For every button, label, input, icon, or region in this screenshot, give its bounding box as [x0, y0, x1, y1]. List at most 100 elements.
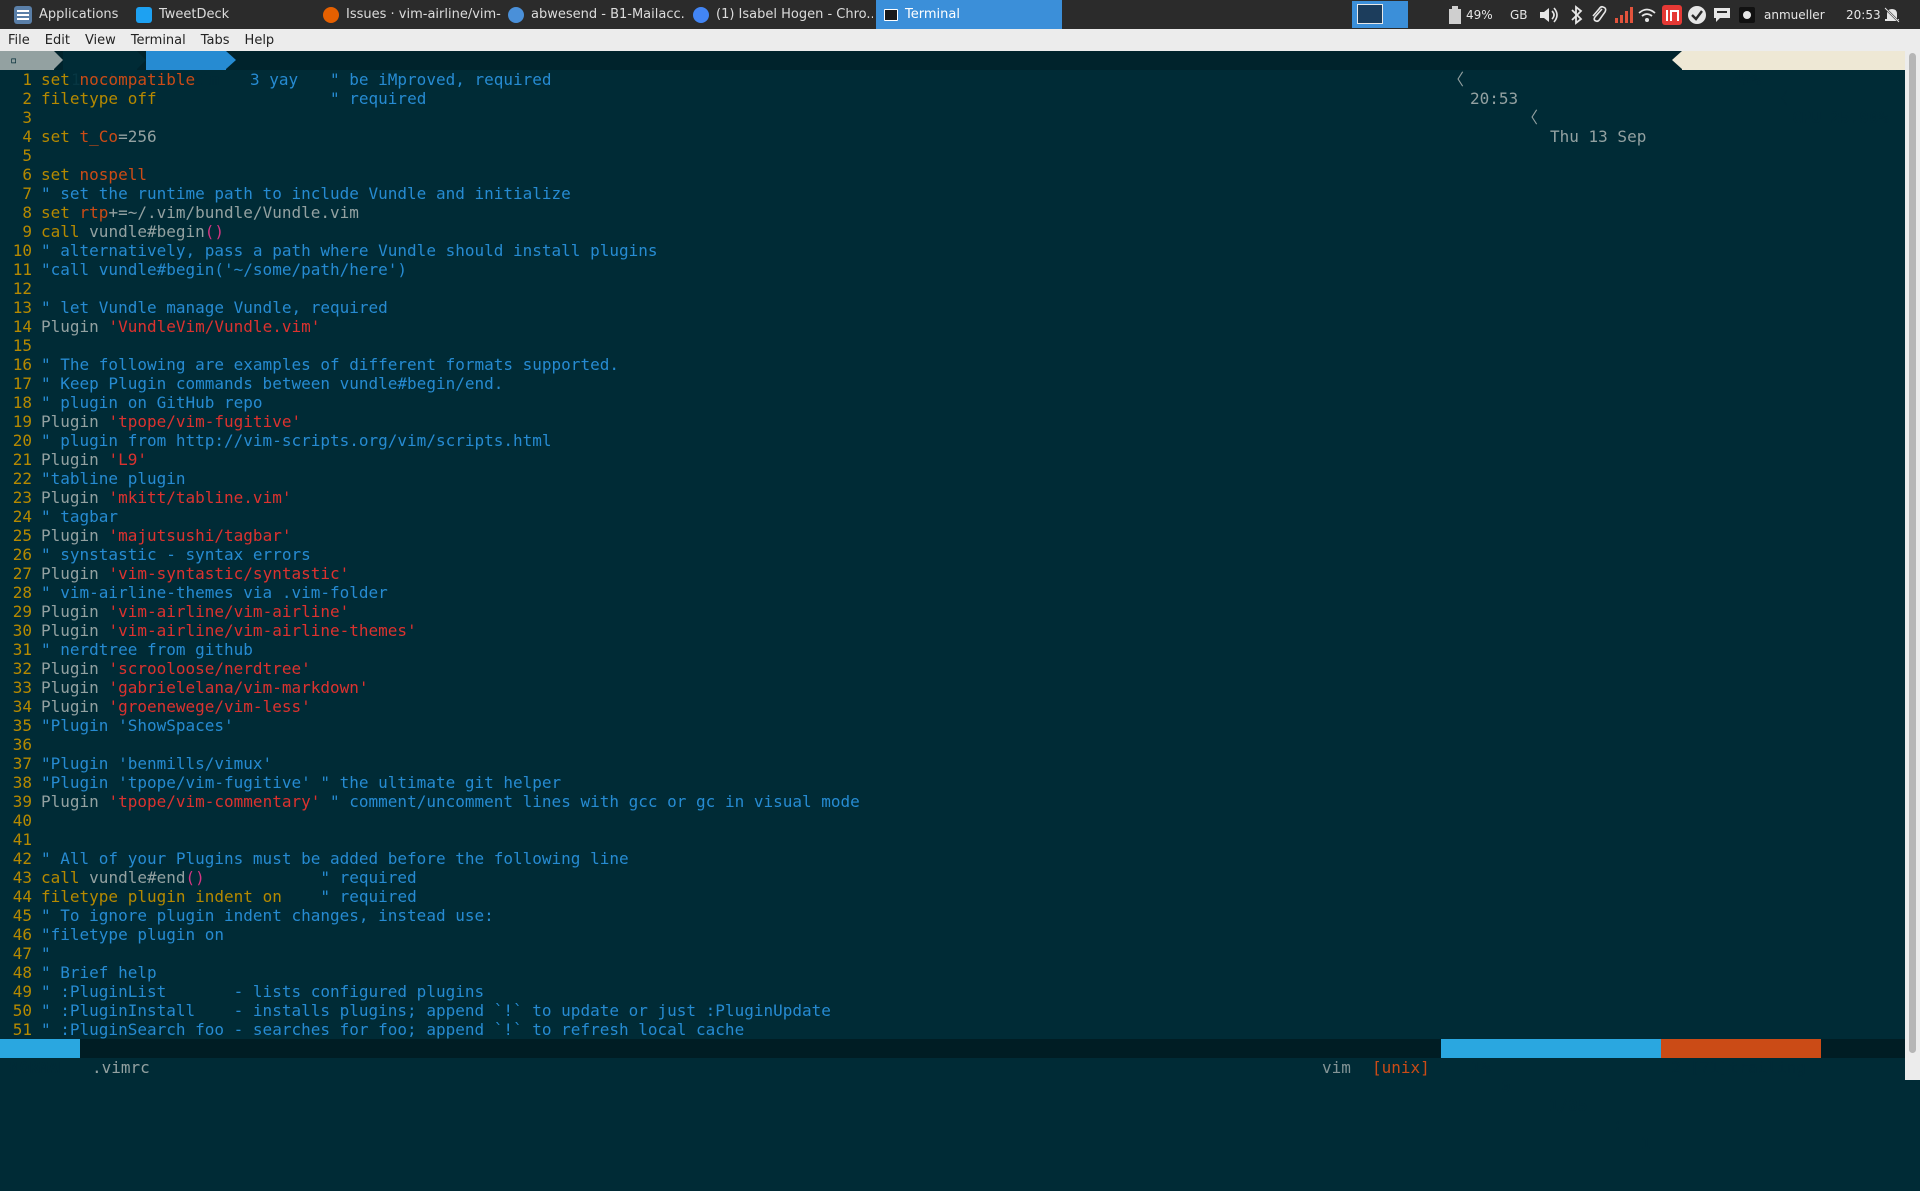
wifi-button[interactable] — [1638, 0, 1656, 29]
tmux-window-1[interactable]: 1 zsh — [63, 51, 137, 89]
code-line[interactable]: 28 " vim-airline-themes via .vim-folder — [0, 583, 1905, 602]
paperclip-icon — [1592, 5, 1607, 22]
code-line[interactable]: 2 filetype off " required — [0, 89, 1905, 108]
code-line[interactable]: 23 Plugin 'mkitt/tabline.vim' — [0, 488, 1905, 507]
code-line[interactable]: 44 filetype plugin indent on " required — [0, 887, 1905, 906]
code-line[interactable]: 39 Plugin 'tpope/vim-commentary' " commen… — [0, 792, 1905, 811]
chat-button[interactable] — [1712, 0, 1732, 29]
taskbar-item-tweetdeck[interactable]: TweetDeck — [136, 0, 316, 29]
code-token: nospell — [79, 165, 147, 184]
code-line[interactable]: 24 " tagbar — [0, 507, 1905, 526]
tmux-separator — [137, 51, 146, 69]
workspace-switcher[interactable] — [1352, 1, 1408, 28]
tasks-button[interactable] — [1687, 0, 1707, 29]
user-menu-button[interactable]: anmueller — [1764, 0, 1825, 29]
code-line[interactable]: 49 " :PluginList - lists configured plugi… — [0, 982, 1905, 1001]
code-line[interactable]: 51 " :PluginSearch foo - searches for foo… — [0, 1020, 1905, 1039]
code-line[interactable]: 29 Plugin 'vim-airline/vim-airline' — [0, 602, 1905, 621]
code-line[interactable]: 33 Plugin 'gabrielelana/vim-markdown' — [0, 678, 1905, 697]
line-number: 44 — [12, 887, 32, 906]
code-line[interactable]: 40 — [0, 811, 1905, 830]
taskbar-item-terminal[interactable]: Terminal — [876, 0, 1062, 29]
code-line[interactable]: 3 — [0, 108, 1905, 127]
code-line[interactable]: 38 "Plugin 'tpope/vim-fugitive' " the ult… — [0, 773, 1905, 792]
code-line[interactable]: 13 " let Vundle manage Vundle, required — [0, 298, 1905, 317]
bluetooth-button[interactable] — [1570, 0, 1584, 29]
code-line[interactable]: 5 — [0, 146, 1905, 165]
menu-terminal[interactable]: Terminal — [131, 33, 186, 48]
clock[interactable]: 20:53 — [1846, 0, 1881, 29]
keyboard-layout-indicator[interactable]: GB — [1510, 0, 1528, 29]
camera-button[interactable] — [1738, 0, 1756, 29]
line-number: 35 — [12, 716, 32, 735]
code-line[interactable]: 10 " alternatively, pass a path where Vun… — [0, 241, 1905, 260]
code-token: vundle#begin — [89, 222, 205, 241]
code-line[interactable]: 37 "Plugin 'benmills/vimux' — [0, 754, 1905, 773]
battery-indicator[interactable]: 49% — [1448, 0, 1493, 29]
code-line[interactable]: 15 — [0, 336, 1905, 355]
code-line[interactable]: 50 " :PluginInstall - installs plugins; a… — [0, 1001, 1905, 1020]
code-line[interactable]: 19 Plugin 'tpope/vim-fugitive' — [0, 412, 1905, 431]
firefox-icon — [323, 6, 339, 23]
code-line[interactable]: 12 — [0, 279, 1905, 298]
notifications-button[interactable] — [1883, 0, 1901, 29]
network-button[interactable] — [1614, 0, 1634, 29]
taskbar-item-mail[interactable]: abwesend - B1-Mailacc... — [508, 0, 684, 29]
line-number: 39 — [12, 792, 32, 811]
code-line[interactable]: 6 set nospell — [0, 165, 1905, 184]
code-line[interactable]: 34 Plugin 'groenewege/vim-less' — [0, 697, 1905, 716]
volume-button[interactable] — [1538, 0, 1560, 29]
menu-help[interactable]: Help — [245, 33, 275, 48]
code-token: " :PluginSearch foo - searches for foo; … — [41, 1020, 745, 1039]
line-number: 21 — [12, 450, 32, 469]
menu-view[interactable]: View — [85, 33, 116, 48]
code-line[interactable]: 20 " plugin from http://vim-scripts.org/v… — [0, 431, 1905, 450]
code-line[interactable]: 27 Plugin 'vim-syntastic/syntastic' — [0, 564, 1905, 583]
code-line[interactable]: 47 " — [0, 944, 1905, 963]
im-button[interactable] — [1662, 0, 1682, 29]
vim-buffer[interactable]: 1 set nocompatible " be iMproved, require… — [0, 70, 1905, 1039]
clipboard-button[interactable] — [1590, 0, 1608, 29]
code-line[interactable]: 16 " The following are examples of differ… — [0, 355, 1905, 374]
menu-edit[interactable]: Edit — [45, 33, 70, 48]
code-line[interactable]: 9 call vundle#begin() — [0, 222, 1905, 241]
taskbar-item-chrome[interactable]: (1) Isabel Hogen - Chro... — [693, 0, 873, 29]
code-line[interactable]: 8 set rtp+=~/.vim/bundle/Vundle.vim — [0, 203, 1905, 222]
code-line[interactable]: 45 " To ignore plugin indent changes, ins… — [0, 906, 1905, 925]
tmux-window-2-current[interactable]: 2 ❯ vim — [146, 51, 226, 89]
code-line[interactable]: 18 " plugin on GitHub repo — [0, 393, 1905, 412]
code-line[interactable]: 31 " nerdtree from github — [0, 640, 1905, 659]
line-number: 9 — [22, 222, 32, 241]
code-line[interactable]: 21 Plugin 'L9' — [0, 450, 1905, 469]
code-line[interactable]: 46 "filetype plugin on — [0, 925, 1905, 944]
code-line[interactable]: 25 Plugin 'majutsushi/tagbar' — [0, 526, 1905, 545]
code-line[interactable]: 22 "tabline plugin — [0, 469, 1905, 488]
code-token: 'vim-airline/vim-airline' — [108, 602, 350, 621]
code-line[interactable]: 42 " All of your Plugins must be added be… — [0, 849, 1905, 868]
menu-tabs[interactable]: Tabs — [201, 33, 230, 48]
scrollbar-thumb[interactable] — [1909, 53, 1916, 1053]
tmux-window-3[interactable]: 3 yay — [240, 51, 320, 89]
code-line[interactable]: 35 "Plugin 'ShowSpaces' — [0, 716, 1905, 735]
code-line[interactable]: 14 Plugin 'VundleVim/Vundle.vim' — [0, 317, 1905, 336]
code-line[interactable]: 11 "call vundle#begin('~/some/path/here') — [0, 260, 1905, 279]
tmux-separator — [226, 51, 236, 69]
taskbar-item-firefox[interactable]: Issues · vim-airline/vim-... — [323, 0, 501, 29]
code-line[interactable]: 7 " set the runtime path to include Vundl… — [0, 184, 1905, 203]
code-line[interactable]: 4 set t_Co=256 — [0, 127, 1905, 146]
terminal-icon — [884, 8, 898, 21]
applications-menu-button[interactable]: Applications — [14, 0, 124, 29]
terminal-area[interactable]: ▫ 0 1 zsh 2 ❯ vim 3 yay 〈 20:53 〈 Thu 13… — [0, 51, 1905, 1153]
code-line[interactable]: 48 " Brief help — [0, 963, 1905, 982]
code-line[interactable]: 32 Plugin 'scrooloose/nerdtree' — [0, 659, 1905, 678]
code-line[interactable]: 41 — [0, 830, 1905, 849]
code-line[interactable]: 30 Plugin 'vim-airline/vim-airline-themes… — [0, 621, 1905, 640]
workspace-thumbnail — [1357, 4, 1383, 24]
code-line[interactable]: 36 — [0, 735, 1905, 754]
code-line[interactable]: 1 set nocompatible " be iMproved, require… — [0, 70, 1905, 89]
code-line[interactable]: 17 " Keep Plugin commands between vundle#… — [0, 374, 1905, 393]
terminal-scrollbar[interactable] — [1905, 51, 1920, 1080]
code-line[interactable]: 26 " synstastic - syntax errors — [0, 545, 1905, 564]
code-line[interactable]: 43 call vundle#end() " required — [0, 868, 1905, 887]
menu-file[interactable]: File — [8, 33, 30, 48]
